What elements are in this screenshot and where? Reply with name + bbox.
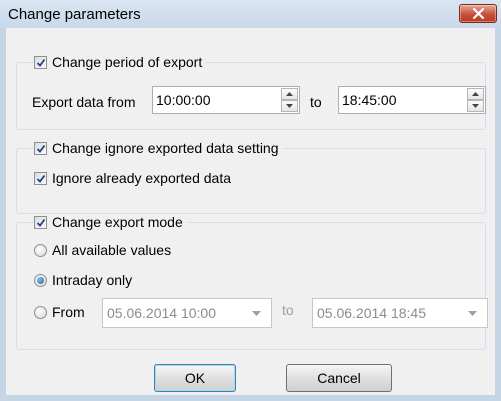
- change-period-label: Change period of export: [52, 54, 203, 70]
- ignore-exported-checkbox[interactable]: Ignore already exported data: [34, 170, 236, 186]
- time-from-value: 10:00:00: [156, 92, 211, 108]
- checkmark-icon: [36, 144, 46, 153]
- radio-selected-dot: [37, 276, 44, 284]
- time-from-spinner[interactable]: 10:00:00: [152, 86, 300, 114]
- arrow-down-icon: [286, 104, 293, 108]
- arrow-up-icon: [472, 92, 479, 96]
- to-label: to: [310, 94, 322, 110]
- checkmark-icon: [36, 174, 46, 183]
- close-icon: [473, 8, 484, 19]
- dialog-title: Change parameters: [8, 6, 141, 23]
- change-period-checkbox[interactable]: Change period of export: [34, 54, 207, 70]
- chevron-down-icon: [468, 311, 477, 316]
- to-datetime-value: 05.06.2014 18:45: [317, 305, 426, 321]
- datetime-to-label: to: [282, 302, 294, 318]
- checkbox-box: [34, 141, 47, 155]
- radio-circle: [34, 305, 47, 319]
- checkbox-box: [34, 55, 47, 69]
- chevron-down-icon: [252, 311, 261, 316]
- change-ignore-checkbox[interactable]: Change ignore exported data setting: [34, 140, 283, 156]
- checkmark-icon: [36, 58, 46, 67]
- change-mode-checkbox[interactable]: Change export mode: [34, 214, 187, 230]
- time-to-value: 18:45:00: [342, 92, 397, 108]
- radio-intraday[interactable]: Intraday only: [34, 272, 137, 288]
- checkbox-box: [34, 215, 47, 229]
- checkbox-box: [34, 171, 47, 185]
- radio-intraday-label: Intraday only: [52, 272, 133, 288]
- ok-button[interactable]: OK: [154, 364, 236, 392]
- radio-circle: [34, 243, 47, 257]
- radio-from[interactable]: From: [34, 304, 89, 320]
- to-datetime-picker[interactable]: 05.06.2014 18:45: [312, 298, 488, 328]
- radio-circle: [34, 273, 47, 287]
- arrow-down-icon: [472, 104, 479, 108]
- ignore-exported-label: Ignore already exported data: [52, 170, 232, 186]
- cancel-button[interactable]: Cancel: [286, 364, 392, 392]
- from-datetime-value: 05.06.2014 10:00: [107, 305, 216, 321]
- dialog-window: Change parameters Change period of expor…: [0, 0, 501, 401]
- radio-all-values-label: All available values: [52, 242, 172, 258]
- from-datetime-picker[interactable]: 05.06.2014 10:00: [102, 298, 272, 328]
- arrow-up-icon: [286, 92, 293, 96]
- time-to-spinner[interactable]: 18:45:00: [338, 86, 486, 114]
- radio-all-values[interactable]: All available values: [34, 242, 176, 258]
- spin-down-button[interactable]: [281, 100, 298, 112]
- change-mode-label: Change export mode: [52, 214, 183, 230]
- checkmark-icon: [36, 218, 46, 227]
- change-ignore-label: Change ignore exported data setting: [52, 140, 279, 156]
- dialog-client: Change period of export Export data from…: [6, 28, 495, 395]
- spin-down-button[interactable]: [467, 100, 484, 112]
- spin-up-button[interactable]: [467, 88, 484, 100]
- export-from-label: Export data from: [32, 94, 136, 110]
- title-bar[interactable]: Change parameters: [0, 0, 501, 28]
- radio-from-label: From: [52, 304, 85, 320]
- spin-up-button[interactable]: [281, 88, 298, 100]
- close-button[interactable]: [459, 4, 497, 23]
